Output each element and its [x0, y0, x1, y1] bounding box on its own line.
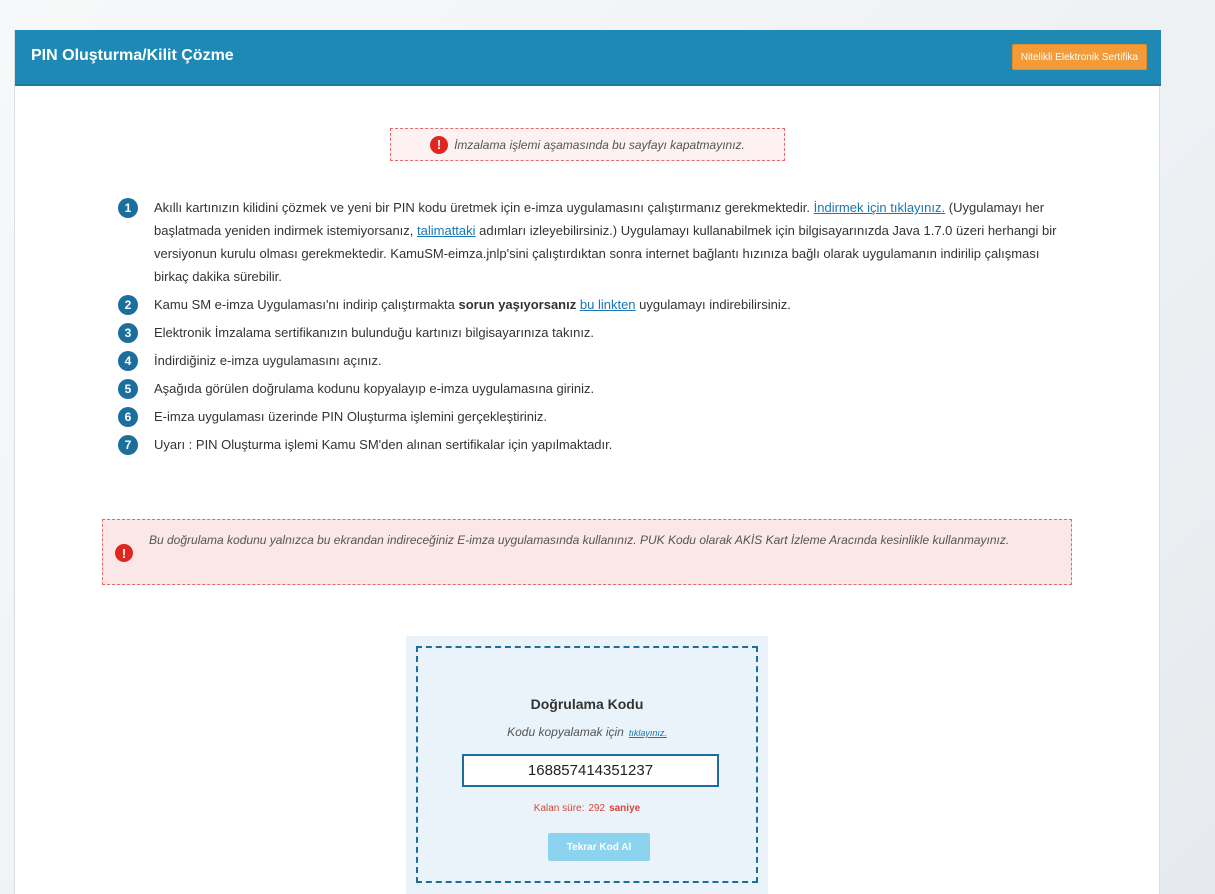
copy-code-link[interactable]: tıklayınız.	[629, 728, 667, 738]
step-text: E-imza uygulaması üzerinde PIN Oluşturma…	[154, 409, 548, 424]
instruction-steps: 1 Akıllı kartınızın kilidini çözmek ve y…	[118, 196, 1068, 461]
step-number-badge: 2	[118, 295, 138, 315]
countdown-timer: Kalan süre: 292 saniye	[418, 803, 756, 814]
qualified-certificate-button[interactable]: Nitelikli Elektronik Sertifika	[1011, 44, 1147, 70]
step-text: uygulamayı indirebilirsiniz.	[635, 297, 791, 312]
instructions-link[interactable]: talimattaki	[417, 223, 476, 238]
get-new-code-button[interactable]: Tekrar Kod Al	[548, 833, 650, 861]
verification-code-panel: Doğrulama Kodu Kodu kopyalamak için tıkla…	[406, 636, 768, 894]
alert-icon: !	[430, 135, 449, 154]
step-text: Aşağıda görülen doğrulama kodunu kopyala…	[154, 381, 595, 396]
step-5: 5 Aşağıda görülen doğrulama kodunu kopya…	[118, 377, 1068, 400]
step-number-badge: 6	[118, 407, 138, 427]
verification-code-title: Doğrulama Kodu	[530, 696, 644, 712]
alert-icon: !	[115, 544, 133, 562]
step-number-badge: 7	[118, 435, 138, 455]
verification-code-field[interactable]	[462, 754, 719, 787]
download-link[interactable]: İndirmek için tıklayınız.	[814, 200, 946, 215]
step-7: 7 Uyarı : PIN Oluşturma işlemi Kamu SM'd…	[118, 433, 1068, 456]
step-number-badge: 3	[118, 323, 138, 343]
step-1: 1 Akıllı kartınızın kilidini çözmek ve y…	[118, 196, 1068, 288]
copy-instruction: Kodu kopyalamak için tıklayınız.	[418, 725, 756, 739]
step-text: Akıllı kartınızın kilidini çözmek ve yen…	[154, 200, 814, 215]
step-text: Uyarı : PIN Oluşturma işlemi Kamu SM'den…	[154, 437, 613, 452]
top-warning-text: İmzalama işlemi aşamasında bu sayfayı ka…	[454, 137, 745, 152]
top-warning-box: ! İmzalama işlemi aşamasında bu sayfayı …	[390, 128, 785, 161]
step-bold-text: sorun yaşıyorsanız	[458, 297, 577, 312]
alternate-download-link[interactable]: bu linkten	[580, 297, 636, 312]
timer-unit: saniye	[609, 803, 641, 814]
step-2: 2 Kamu SM e-imza Uygulaması'nı indirip ç…	[118, 293, 1068, 316]
step-text: Kamu SM e-imza Uygulaması'nı indirip çal…	[154, 297, 459, 312]
step-6: 6 E-imza uygulaması üzerinde PIN Oluştur…	[118, 405, 1068, 428]
step-number-badge: 5	[118, 379, 138, 399]
timer-label: Kalan süre:	[533, 803, 585, 814]
step-4: 4 İndirdiğiniz e-imza uygulamasını açını…	[118, 349, 1068, 372]
bottom-warning-box: ! Bu doğrulama kodunu yalnızca bu ekrand…	[102, 519, 1072, 585]
bottom-warning-text: Bu doğrulama kodunu yalnızca bu ekrandan…	[149, 533, 1010, 547]
step-number-badge: 4	[118, 351, 138, 371]
step-3: 3 Elektronik İmzalama sertifikanızın bul…	[118, 321, 1068, 344]
panel-header: PIN Oluşturma/Kilit Çözme Nitelikli Elek…	[15, 30, 1161, 86]
copy-instruction-text: Kodu kopyalamak için	[507, 725, 624, 739]
step-text: İndirdiğiniz e-imza uygulamasını açınız.	[154, 353, 382, 368]
page-title: PIN Oluşturma/Kilit Çözme	[31, 47, 234, 64]
verification-code-box: Doğrulama Kodu Kodu kopyalamak için tıkla…	[416, 646, 758, 883]
step-number-badge: 1	[118, 198, 138, 218]
step-text: Elektronik İmzalama sertifikanızın bulun…	[154, 325, 595, 340]
timer-seconds: 292	[588, 803, 606, 814]
